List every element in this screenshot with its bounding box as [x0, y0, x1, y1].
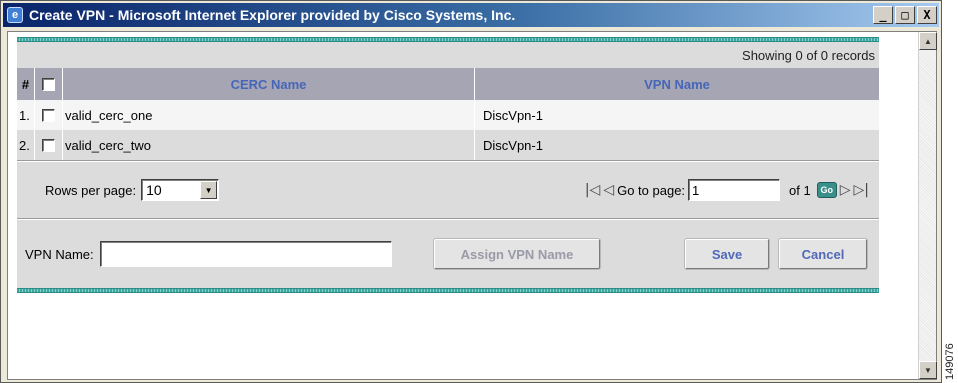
row-checkbox-cell	[35, 130, 63, 160]
vpn-name-cell: DiscVpn-1	[483, 137, 543, 153]
browser-window: e Create VPN - Microsoft Internet Explor…	[0, 0, 942, 383]
table-header: # CERC Name VPN Name	[17, 68, 879, 100]
scroll-down-arrow-icon[interactable]: ▼	[919, 361, 937, 379]
vpn-panel: Showing 0 of 0 records # CERC Name VPN N…	[17, 37, 879, 309]
column-vpn-name-header[interactable]: VPN Name	[475, 68, 879, 100]
row-checkbox[interactable]	[42, 138, 55, 152]
rows-per-page-select[interactable]: 10 ▼	[141, 179, 220, 201]
maximize-button[interactable]: □	[895, 6, 915, 24]
column-select-all	[35, 68, 63, 100]
next-page-icon[interactable]: ▷	[840, 182, 851, 198]
close-button[interactable]: X	[917, 6, 937, 24]
window-title: Create VPN - Microsoft Internet Explorer…	[29, 7, 516, 23]
goto-page-label: Go to page:	[617, 182, 686, 198]
vpn-name-input[interactable]	[99, 241, 392, 267]
records-count: Showing 0 of 0 records	[17, 42, 879, 68]
vpn-name-label: VPN Name:	[25, 246, 94, 262]
previous-page-icon[interactable]: ◁	[603, 182, 614, 198]
first-page-icon[interactable]: |◁	[585, 182, 600, 198]
go-button[interactable]: Go	[816, 182, 837, 198]
row-number: 2.	[17, 130, 35, 160]
table-row: 1. valid_cerc_one DiscVpn-1	[17, 100, 879, 130]
figure-id: 149076	[944, 336, 956, 380]
row-number: 1.	[17, 100, 35, 130]
vpn-assign-form: VPN Name: Assign VPN Name Save Cancel	[17, 220, 879, 288]
vertical-scrollbar[interactable]: ▲ ▼	[918, 32, 937, 379]
rows-per-page: Rows per page: 10 ▼	[45, 179, 220, 201]
chevron-down-icon[interactable]: ▼	[200, 181, 218, 199]
ie-icon: e	[7, 7, 23, 23]
minimize-button[interactable]: _	[873, 6, 893, 24]
window-controls: _ □ X	[873, 6, 937, 24]
vpn-name-cell: DiscVpn-1	[483, 107, 543, 123]
rows-per-page-label: Rows per page:	[45, 182, 137, 198]
row-checkbox-cell	[35, 100, 63, 130]
page-number-input[interactable]: 1	[688, 179, 781, 201]
row-checkbox[interactable]	[42, 108, 55, 122]
select-all-checkbox[interactable]	[42, 77, 55, 91]
cerc-name-cell: valid_cerc_one	[63, 100, 475, 130]
page-total: of 1	[789, 182, 811, 198]
title-bar: e Create VPN - Microsoft Internet Explor…	[3, 3, 939, 27]
pagination-bar: Rows per page: 10 ▼ |◁ ◁ Go to page: 1 o…	[17, 162, 879, 218]
bottom-divider	[17, 288, 879, 293]
assign-vpn-name-button[interactable]: Assign VPN Name	[434, 239, 600, 269]
rows-per-page-value: 10	[146, 182, 162, 198]
column-number-header: #	[17, 68, 35, 100]
scroll-up-arrow-icon[interactable]: ▲	[919, 32, 937, 50]
last-page-icon[interactable]: ▷|	[854, 182, 869, 198]
column-cerc-name-header[interactable]: CERC Name	[63, 68, 475, 100]
figure-id-text: 149076	[944, 343, 956, 380]
cancel-button[interactable]: Cancel	[779, 239, 867, 269]
page-navigation: |◁ ◁ Go to page: 1 of 1 Go ▷ ▷|	[585, 179, 869, 201]
save-button[interactable]: Save	[685, 239, 769, 269]
cerc-name-cell: valid_cerc_two	[63, 130, 475, 160]
table-row: 2. valid_cerc_two DiscVpn-1	[17, 130, 879, 160]
